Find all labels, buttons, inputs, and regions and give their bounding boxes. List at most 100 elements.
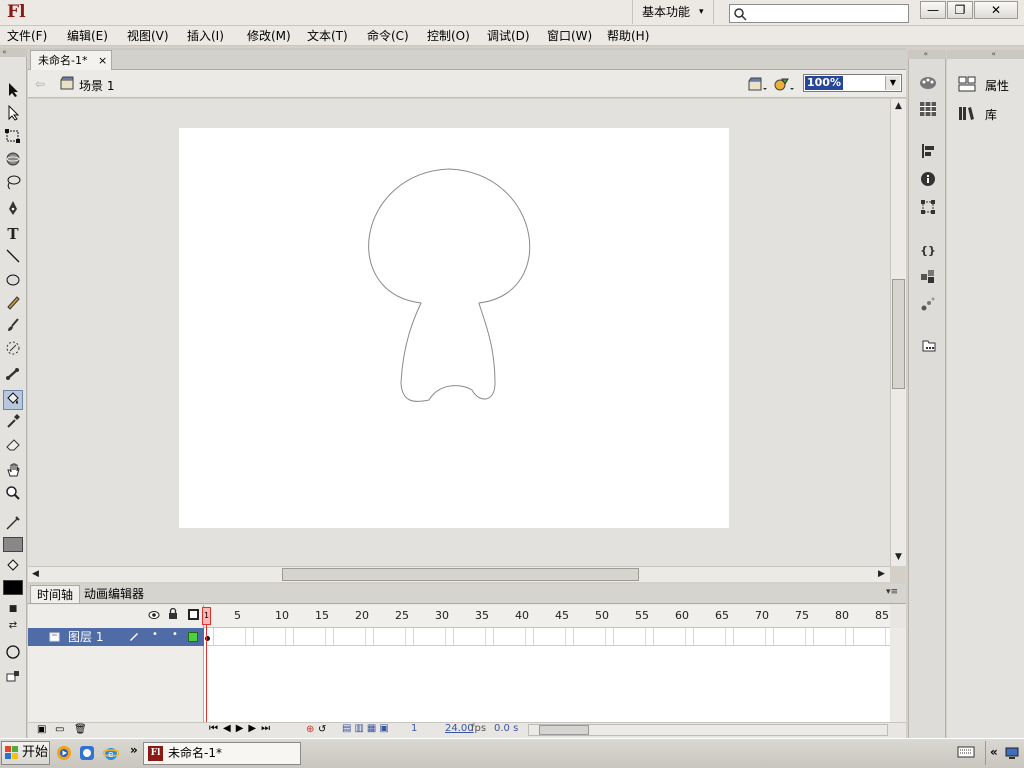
- transform-panel-icon[interactable]: [916, 199, 940, 221]
- timeline-vertical-scrollbar[interactable]: [890, 628, 906, 722]
- browser-icon[interactable]: [79, 745, 95, 764]
- tools-collapse-strip[interactable]: «: [0, 48, 27, 57]
- taskbar-window-item[interactable]: Fl 未命名-1*: [143, 742, 301, 765]
- hand-tool-icon[interactable]: [3, 462, 23, 482]
- media-player-icon[interactable]: [56, 745, 72, 764]
- close-button[interactable]: ✕: [974, 1, 1018, 19]
- edit-scene-icon[interactable]: [748, 76, 768, 95]
- paint-bucket-tool-icon[interactable]: [3, 390, 23, 410]
- zoom-tool-icon[interactable]: [3, 485, 23, 505]
- components-panel-icon[interactable]: [916, 268, 940, 290]
- fill-color-icon[interactable]: [3, 557, 23, 577]
- align-panel-icon[interactable]: [916, 143, 940, 165]
- stroke-color-swatch[interactable]: [3, 537, 23, 552]
- 3d-rotation-tool-icon[interactable]: [3, 151, 23, 171]
- snap-lock-icon[interactable]: [3, 667, 23, 687]
- menu-edit[interactable]: 编辑(E): [67, 26, 108, 46]
- menu-control[interactable]: 控制(O): [427, 26, 470, 46]
- library-panel-button[interactable]: 库: [985, 106, 997, 123]
- eraser-tool-icon[interactable]: [3, 436, 23, 456]
- fill-color-swatch[interactable]: [3, 580, 23, 595]
- pen-tool-icon[interactable]: [3, 200, 23, 220]
- properties-collapse-strip[interactable]: «: [947, 50, 1024, 59]
- actions-panel-icon[interactable]: {}: [916, 240, 940, 262]
- eyedropper-tool-icon[interactable]: [3, 413, 23, 433]
- deco-tool-icon[interactable]: [3, 340, 23, 360]
- oval-tool-icon[interactable]: [3, 271, 23, 291]
- zoom-combobox[interactable]: 100% ▼: [803, 74, 902, 92]
- lasso-tool-icon[interactable]: [3, 174, 23, 194]
- swatches-panel-icon[interactable]: [916, 102, 940, 124]
- menu-modify[interactable]: 修改(M): [247, 26, 291, 46]
- layer-color-swatch[interactable]: [188, 632, 198, 642]
- vertical-scroll-thumb[interactable]: [892, 279, 905, 389]
- object-drawing-icon[interactable]: [3, 644, 23, 664]
- panel-menu-icon[interactable]: ▾≡: [886, 587, 898, 597]
- menu-insert[interactable]: 插入(I): [187, 26, 224, 46]
- scroll-left-icon[interactable]: ◀: [28, 567, 43, 582]
- scroll-up-icon[interactable]: ▲: [891, 99, 906, 114]
- menu-view[interactable]: 视图(V): [127, 26, 169, 46]
- stage-horizontal-scrollbar[interactable]: ◀ ▶: [28, 566, 890, 582]
- scroll-down-icon[interactable]: ▼: [891, 550, 906, 565]
- menu-help[interactable]: 帮助(H): [607, 26, 649, 46]
- center-frame-icon[interactable]: ⊕: [306, 724, 314, 735]
- frame-rate[interactable]: 24.00: [445, 723, 474, 734]
- new-layer-icon[interactable]: ▣: [37, 724, 46, 735]
- swap-colors-icon[interactable]: ⇄: [3, 616, 23, 636]
- restore-button[interactable]: ❐: [947, 1, 973, 19]
- horizontal-scroll-thumb[interactable]: [282, 568, 639, 581]
- quick-launch-overflow-icon[interactable]: »: [130, 743, 138, 757]
- scene-label[interactable]: 场景 1: [79, 77, 114, 94]
- selection-tool-icon[interactable]: [3, 82, 23, 102]
- brush-tool-icon[interactable]: [3, 317, 23, 337]
- minimize-button[interactable]: —: [920, 1, 946, 19]
- tab-timeline[interactable]: 时间轴: [30, 585, 81, 603]
- chevron-down-icon[interactable]: ▼: [885, 76, 900, 90]
- line-tool-icon[interactable]: [3, 248, 23, 268]
- playback-controls[interactable]: ⏮◀▶▶⏭: [209, 723, 275, 734]
- workspace-switcher[interactable]: 基本功能 ▾: [632, 0, 714, 24]
- bone-tool-icon[interactable]: [3, 366, 23, 386]
- eye-icon[interactable]: [148, 609, 160, 623]
- text-tool-icon[interactable]: T: [3, 224, 23, 244]
- properties-panel-button[interactable]: 属性: [985, 77, 1009, 94]
- layer-frame-row[interactable]: [206, 628, 890, 646]
- frame-ruler[interactable]: [204, 605, 890, 628]
- icon-dock-collapse-strip[interactable]: «: [908, 50, 946, 59]
- zoom-value[interactable]: 100%: [805, 76, 843, 90]
- outline-icon[interactable]: [188, 609, 199, 620]
- onion-skin-icons[interactable]: ▤▥▦▣: [342, 723, 392, 734]
- menu-file[interactable]: 文件(F): [7, 26, 47, 46]
- free-transform-tool-icon[interactable]: [3, 128, 23, 148]
- tray-expand-icon[interactable]: «: [990, 745, 998, 759]
- info-icon[interactable]: [916, 171, 940, 193]
- color-panel-icon[interactable]: [916, 75, 940, 97]
- internet-explorer-icon[interactable]: e: [102, 745, 120, 764]
- lock-icon[interactable]: [168, 607, 178, 623]
- stroke-color-icon[interactable]: [3, 515, 23, 535]
- menu-debug[interactable]: 调试(D): [487, 26, 530, 46]
- menu-text[interactable]: 文本(T): [307, 26, 348, 46]
- tab-motion-editor[interactable]: 动画编辑器: [78, 585, 150, 603]
- layer-name[interactable]: 图层 1: [68, 629, 103, 645]
- delete-icon[interactable]: 🗑: [74, 724, 87, 735]
- search-field[interactable]: [729, 4, 909, 23]
- pencil-tool-icon[interactable]: [3, 294, 23, 314]
- keyboard-icon[interactable]: [957, 745, 975, 762]
- back-arrow-icon[interactable]: ⇦: [35, 77, 49, 91]
- network-icon[interactable]: [1004, 746, 1020, 760]
- search-input[interactable]: [750, 6, 904, 22]
- scroll-right-icon[interactable]: ▶: [874, 567, 889, 582]
- lock-dot-icon[interactable]: •: [172, 629, 178, 640]
- playhead-frame[interactable]: 1: [202, 607, 211, 625]
- loop-icon[interactable]: ↺: [318, 724, 326, 735]
- stage-canvas[interactable]: [179, 128, 729, 528]
- timeline-horizontal-scrollbar[interactable]: [528, 724, 888, 736]
- character-outline-drawing[interactable]: [179, 128, 729, 528]
- motion-presets-icon[interactable]: [916, 296, 940, 318]
- close-icon[interactable]: ×: [98, 51, 107, 70]
- subselection-tool-icon[interactable]: [3, 104, 23, 125]
- timeline-scroll-thumb[interactable]: [539, 725, 589, 735]
- start-button[interactable]: 开始: [1, 741, 50, 765]
